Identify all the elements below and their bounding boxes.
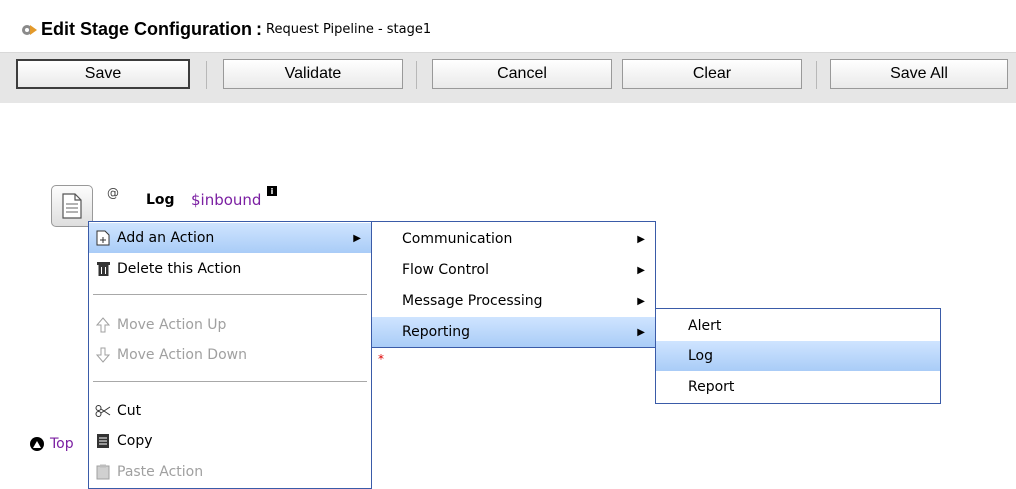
context-menu: Add an Action ▶ Delete this Action Move … <box>88 221 372 489</box>
menu-item-copy[interactable]: Copy <box>89 426 371 456</box>
save-button[interactable]: Save <box>16 59 190 89</box>
clear-button[interactable]: Clear <box>622 59 802 89</box>
add-action-submenu: Communication ▶ Flow Control ▶ Message P… <box>371 221 656 348</box>
log-action-node[interactable] <box>51 185 93 227</box>
info-icon[interactable]: i <box>267 186 277 196</box>
top-link[interactable]: Top <box>30 436 74 452</box>
menu-item-move-up[interactable]: Move Action Up <box>89 310 371 340</box>
submenu-arrow-icon: ▶ <box>353 232 361 244</box>
menu-item-label: Communication <box>402 231 513 247</box>
menu-item-alert[interactable]: Alert <box>656 311 940 341</box>
document-icon <box>62 193 82 219</box>
menu-item-label: Cut <box>117 403 142 419</box>
submenu-arrow-icon: ▶ <box>637 326 645 338</box>
inbound-variable-link[interactable]: $inbound <box>191 191 261 209</box>
reporting-submenu: Alert Log Report <box>655 308 941 404</box>
menu-item-label: Move Action Up <box>117 317 227 333</box>
menu-item-reporting[interactable]: Reporting ▶ <box>372 317 655 347</box>
action-label: Log <box>146 192 175 208</box>
menu-item-label: Alert <box>688 318 722 334</box>
submenu-arrow-icon: ▶ <box>637 233 645 245</box>
scissors-icon <box>95 403 111 419</box>
menu-item-label: Reporting <box>402 324 471 340</box>
menu-item-label: Log <box>688 348 714 364</box>
page-subtitle: Request Pipeline - stage1 <box>266 22 432 37</box>
menu-item-label: Add an Action <box>117 230 215 246</box>
save-all-button[interactable]: Save All <box>830 59 1008 89</box>
stage-config-icon <box>22 24 37 35</box>
trash-icon <box>95 261 111 277</box>
toolbar: Save Validate Cancel Clear Save All <box>0 53 1016 103</box>
arrow-down-icon <box>95 347 111 363</box>
menu-item-label: Message Processing <box>402 293 543 309</box>
required-marker: * <box>378 352 384 366</box>
submenu-arrow-icon: ▶ <box>637 295 645 307</box>
submenu-arrow-icon: ▶ <box>637 264 645 276</box>
paste-icon <box>95 464 111 480</box>
menu-item-move-down[interactable]: Move Action Down <box>89 340 371 370</box>
top-link-label: Top <box>50 436 74 452</box>
menu-item-label: Paste Action <box>117 464 204 480</box>
menu-item-paste-action[interactable]: Paste Action <box>89 457 371 487</box>
add-action-icon <box>95 230 111 246</box>
toolbar-divider <box>816 61 817 89</box>
menu-item-label: Flow Control <box>402 262 490 278</box>
menu-item-cut[interactable]: Cut <box>89 396 371 426</box>
page-header: Edit Stage Configuration : Request Pipel… <box>0 0 1016 53</box>
toolbar-divider <box>416 61 417 89</box>
title-separator: : <box>256 19 262 39</box>
cancel-button[interactable]: Cancel <box>432 59 612 89</box>
menu-divider <box>93 381 367 382</box>
copy-icon <box>95 433 111 449</box>
menu-item-label: Copy <box>117 433 153 449</box>
menu-item-message-processing[interactable]: Message Processing ▶ <box>372 286 655 316</box>
menu-divider <box>93 294 367 295</box>
header-title-wrap: Edit Stage Configuration : Request Pipel… <box>20 19 431 40</box>
at-symbol: @ <box>107 186 119 200</box>
menu-item-report[interactable]: Report <box>656 372 940 402</box>
menu-item-label: Report <box>688 379 735 395</box>
toolbar-divider <box>206 61 207 89</box>
menu-item-label: Delete this Action <box>117 261 242 277</box>
page-title: Edit Stage Configuration <box>41 19 252 39</box>
menu-item-add-action[interactable]: Add an Action ▶ <box>89 223 371 253</box>
menu-item-delete-action[interactable]: Delete this Action <box>89 254 371 284</box>
arrow-up-icon <box>95 317 111 333</box>
menu-item-label: Move Action Down <box>117 347 247 363</box>
up-triangle-icon <box>30 437 44 451</box>
menu-item-log[interactable]: Log <box>656 341 940 371</box>
validate-button[interactable]: Validate <box>223 59 403 89</box>
menu-item-communication[interactable]: Communication ▶ <box>372 224 655 254</box>
menu-item-flow-control[interactable]: Flow Control ▶ <box>372 255 655 285</box>
